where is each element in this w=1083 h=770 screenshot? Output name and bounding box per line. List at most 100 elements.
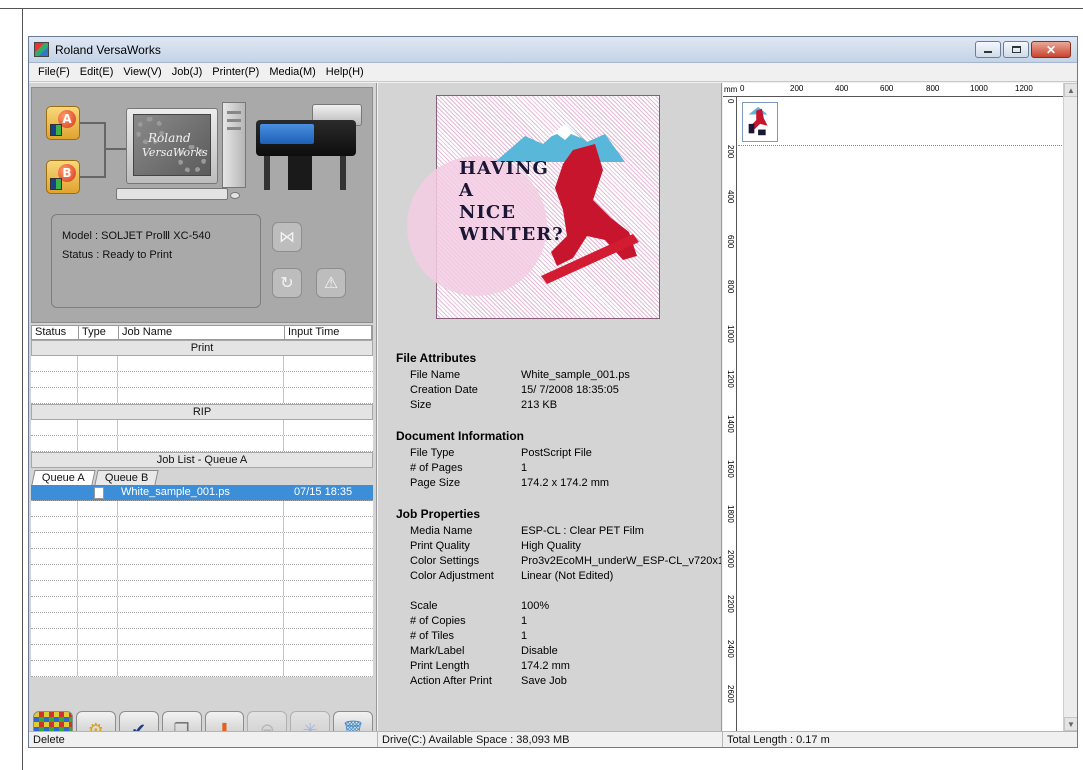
menu-help[interactable]: Help(H) — [321, 66, 369, 78]
ruler-label: 600 — [726, 235, 735, 249]
connector-line — [104, 148, 126, 150]
tab-queue-b[interactable]: Queue B — [94, 470, 159, 485]
rip-queue-bar: RIP — [31, 404, 373, 420]
ruler-label: 1800 — [726, 505, 735, 523]
ruler-label: 1000 — [970, 84, 988, 93]
artwork-line: NICE — [459, 202, 516, 223]
kv-file-type: File Type PostScript File — [410, 447, 592, 459]
ruler-label: 2600 — [726, 685, 735, 703]
tab-queue-a[interactable]: Queue A — [31, 470, 96, 485]
brand-versaworks: VersaWorks — [142, 146, 208, 159]
drive-slot — [227, 127, 241, 130]
menu-file[interactable]: File(F) — [33, 66, 75, 78]
status-drive-space: Drive(C:) Available Space : 38,093 MB — [378, 732, 723, 747]
queue-b-blocks — [50, 178, 62, 190]
column-status[interactable]: Status — [32, 326, 79, 339]
queue-b-folder-icon[interactable]: B — [46, 160, 80, 194]
table-row[interactable] — [31, 661, 373, 677]
computer-tower — [222, 102, 246, 188]
table-row[interactable] — [31, 501, 373, 517]
table-row-selected[interactable]: White_sample_001.ps 07/15 18:35 — [31, 485, 373, 501]
head-cleaning-icon[interactable]: ⋈ — [272, 222, 302, 252]
menu-printer[interactable]: Printer(P) — [207, 66, 264, 78]
table-row[interactable] — [31, 356, 373, 372]
ruler-label: 0 — [740, 84, 745, 93]
ruler-label: 1200 — [1015, 84, 1033, 93]
close-button[interactable]: ✕ — [1031, 41, 1071, 58]
ruler-label: 400 — [726, 190, 735, 204]
table-row[interactable] — [31, 533, 373, 549]
job-list-bar: Job List - Queue A — [31, 452, 373, 468]
kv-pages: # of Pages 1 — [410, 462, 528, 474]
keyboard-image — [116, 188, 228, 200]
kv-color-settings: Color Settings Pro3v2EcoMH_underW_ESP-CL_… — [410, 555, 722, 567]
media-canvas[interactable] — [738, 98, 1062, 731]
title-bar[interactable]: Roland VersaWorks ✕ — [29, 37, 1077, 63]
table-row[interactable] — [31, 645, 373, 661]
vertical-scrollbar[interactable]: ▲ ▼ — [1063, 83, 1077, 731]
table-row[interactable] — [31, 613, 373, 629]
column-type[interactable]: Type — [79, 326, 119, 339]
printer-leg — [264, 156, 270, 190]
column-input-time[interactable]: Input Time — [285, 326, 372, 339]
ruler-vertical: 0 200 400 600 800 1000 1200 1400 1600 18… — [723, 97, 737, 731]
left-panel: A B Roland VersaWorks Model: SOLJET Pro… — [29, 83, 377, 747]
ruler-label: 0 — [726, 99, 735, 104]
job-name-cell: White_sample_001.ps — [118, 485, 284, 500]
layout-job-thumbnail[interactable] — [742, 102, 778, 142]
minimize-icon — [984, 51, 992, 53]
scroll-up-icon[interactable]: ▲ — [1064, 83, 1077, 97]
page-border-top — [0, 8, 1083, 9]
ruler-unit: mm — [724, 85, 738, 94]
table-row[interactable] — [31, 549, 373, 565]
kv-print-length: Print Length 174.2 mm — [410, 660, 570, 672]
file-icon — [94, 487, 104, 499]
artwork-snowboarder — [541, 144, 639, 284]
preview-thumbnail: HAVING A NICE WINTER? — [407, 95, 660, 319]
page-border-left — [22, 8, 23, 770]
kv-scale: Scale 100% — [410, 600, 550, 612]
kv-size: Size 213 KB — [410, 399, 558, 411]
menu-job[interactable]: Job(J) — [167, 66, 208, 78]
refresh-icon[interactable]: ↻ — [272, 268, 302, 298]
ruler-label: 1000 — [726, 325, 735, 343]
table-row[interactable] — [31, 436, 373, 452]
warning-icon[interactable]: ⚠ — [316, 268, 346, 298]
print-queue-rows — [31, 356, 373, 404]
column-job-name[interactable]: Job Name — [119, 326, 285, 339]
table-row[interactable] — [31, 420, 373, 436]
brand-roland: Roland — [148, 131, 191, 145]
layout-view: mm 0 200 400 600 800 1000 1200 0 200 400… — [723, 83, 1077, 731]
kv-tiles: # of Tiles 1 — [410, 630, 528, 642]
app-icon — [34, 42, 49, 57]
table-row[interactable] — [31, 388, 373, 404]
kv-mark-label: Mark/Label Disable — [410, 645, 558, 657]
menu-edit[interactable]: Edit(E) — [75, 66, 119, 78]
app-window: Roland VersaWorks ✕ File(F) Edit(E) View… — [28, 36, 1078, 748]
kv-copies: # of Copies 1 — [410, 615, 528, 627]
tab-queue-b-label: Queue B — [104, 472, 149, 484]
menu-media[interactable]: Media(M) — [264, 66, 320, 78]
table-row[interactable] — [31, 597, 373, 613]
queue-a-folder-icon[interactable]: A — [46, 106, 80, 140]
section-job-properties: Job Properties — [396, 507, 481, 521]
connector-line — [80, 122, 104, 124]
maximize-button[interactable] — [1003, 41, 1029, 58]
printer-leg — [340, 156, 346, 190]
table-row[interactable] — [31, 581, 373, 597]
scroll-down-icon[interactable]: ▼ — [1064, 717, 1077, 731]
kv-creation-date: Creation Date 15/ 7/2008 18:35:05 — [410, 384, 619, 396]
artwork-line: HAVING — [459, 158, 549, 179]
layout-thumb-art — [748, 106, 768, 136]
menu-view[interactable]: View(V) — [118, 66, 166, 78]
table-row[interactable] — [31, 629, 373, 645]
ruler-label: 200 — [790, 84, 804, 93]
status-bar: Delete Drive(C:) Available Space : 38,09… — [29, 731, 1077, 747]
table-row[interactable] — [31, 517, 373, 533]
menu-bar: File(F) Edit(E) View(V) Job(J) Printer(P… — [29, 63, 1077, 82]
rip-queue-rows — [31, 420, 373, 452]
table-row[interactable] — [31, 565, 373, 581]
ruler-horizontal: mm 0 200 400 600 800 1000 1200 — [723, 83, 1063, 97]
table-row[interactable] — [31, 372, 373, 388]
minimize-button[interactable] — [975, 41, 1001, 58]
